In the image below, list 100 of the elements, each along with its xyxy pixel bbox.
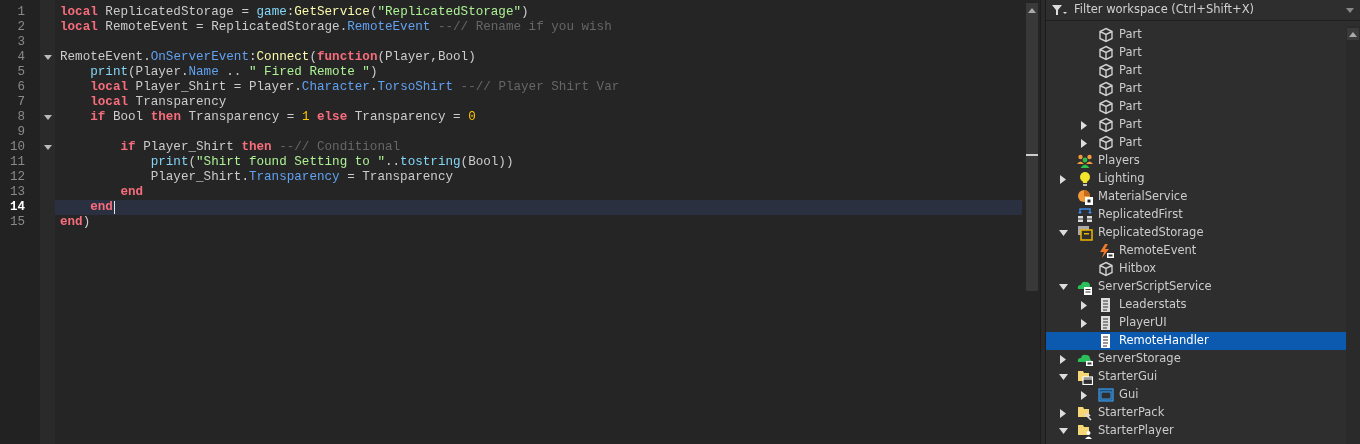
- tree-item[interactable]: Part: [1046, 116, 1346, 134]
- tree-item[interactable]: Part: [1046, 134, 1346, 152]
- code-line: end): [60, 215, 91, 230]
- item-label: PlayerUI: [1119, 314, 1167, 332]
- item-label: Players: [1098, 152, 1140, 170]
- hierarchy-icon: [1077, 207, 1093, 223]
- expand-arrow-icon[interactable]: [1058, 374, 1068, 380]
- item-label: Gui: [1119, 386, 1139, 404]
- scroll-up-arrow-icon[interactable]: [1349, 31, 1357, 37]
- item-label: Hitbox: [1119, 260, 1157, 278]
- line-number: 14: [9, 200, 26, 215]
- item-label: Part: [1119, 134, 1142, 152]
- code-line: end: [119, 185, 144, 200]
- line-number: 7: [16, 95, 26, 110]
- tree-item[interactable]: ServerScriptService: [1046, 278, 1346, 296]
- item-label: RemoteEvent: [1119, 242, 1197, 260]
- item-label: ReplicatedFirst: [1098, 206, 1183, 224]
- folder-icon: [1077, 369, 1093, 385]
- tree-item[interactable]: Part: [1046, 62, 1346, 80]
- tree-item[interactable]: Hitbox: [1046, 260, 1346, 278]
- line-number: 15: [9, 215, 26, 230]
- tree-item[interactable]: ReplicatedStorage: [1046, 224, 1346, 242]
- cube-icon: [1098, 99, 1114, 115]
- fold-arrow-icon[interactable]: [43, 55, 52, 60]
- lightbulb-icon: [1077, 171, 1093, 187]
- expand-arrow-icon[interactable]: [1081, 390, 1087, 400]
- tree-item[interactable]: Leaderstats: [1046, 296, 1346, 314]
- code-line: local Player_Shirt = Player.Character.TorsoShirt --// Player Shirt Var: [89, 80, 620, 95]
- expand-arrow-icon[interactable]: [1060, 174, 1066, 184]
- line-number: 8: [16, 110, 26, 125]
- line-number: 13: [9, 185, 26, 200]
- folder-icon: [1077, 423, 1093, 439]
- line-number: 6: [16, 80, 26, 95]
- tree-item[interactable]: MaterialService: [1046, 188, 1346, 206]
- tree-item[interactable]: StarterGui: [1046, 368, 1346, 386]
- dropdown-caret-icon[interactable]: [1346, 7, 1354, 13]
- item-label: Part: [1119, 62, 1142, 80]
- expand-arrow-icon[interactable]: [1081, 300, 1087, 310]
- scrollbar[interactable]: [1346, 26, 1360, 444]
- line-number: 1: [16, 5, 26, 20]
- expand-arrow-icon[interactable]: [1060, 354, 1066, 364]
- expand-arrow-icon[interactable]: [1081, 120, 1087, 130]
- code-line: Player_Shirt.Transparency = Transparency: [149, 170, 453, 185]
- line-number: 10: [9, 140, 26, 155]
- folder-icon: [1077, 405, 1093, 421]
- item-label: StarterPlayer: [1098, 422, 1174, 440]
- line-number: 3: [16, 35, 26, 50]
- scroll-up-arrow-icon[interactable]: [1028, 7, 1036, 13]
- filter-field[interactable]: Filter workspace (Ctrl+Shift+X): [1074, 1, 1340, 19]
- code-line: print("Shirt found Setting to "..tostring(Bool)): [149, 155, 514, 170]
- expand-arrow-icon[interactable]: [1081, 318, 1087, 328]
- storage-box-icon: [1077, 225, 1093, 241]
- item-label: StarterGui: [1098, 368, 1158, 386]
- tree-item[interactable]: Part: [1046, 44, 1346, 62]
- tree-item[interactable]: Lighting: [1046, 170, 1346, 188]
- tree-item[interactable]: Part: [1046, 26, 1346, 44]
- code-line: local ReplicatedStorage = game:GetService("ReplicatedStorage"): [60, 5, 529, 20]
- item-label: ServerStorage: [1098, 350, 1181, 368]
- cube-icon: [1098, 45, 1114, 61]
- cloud-icon: [1077, 279, 1093, 295]
- window-icon: [1098, 387, 1114, 403]
- item-label: ServerScriptService: [1098, 278, 1212, 296]
- line-number: 5: [16, 65, 26, 80]
- expand-arrow-icon[interactable]: [1081, 138, 1087, 148]
- item-label: ReplicatedStorage: [1098, 224, 1204, 242]
- tree-item[interactable]: RemoteHandler: [1046, 332, 1346, 350]
- tree-item[interactable]: StarterPlayer: [1046, 422, 1346, 440]
- code-line: local Transparency: [89, 95, 227, 110]
- tree-item[interactable]: ServerStorage: [1046, 350, 1346, 368]
- expand-arrow-icon[interactable]: [1058, 428, 1068, 434]
- cube-icon: [1098, 117, 1114, 133]
- tree-item[interactable]: RemoteEvent: [1046, 242, 1346, 260]
- item-label: Part: [1119, 44, 1142, 62]
- cube-icon: [1098, 261, 1114, 277]
- fold-arrow-icon[interactable]: [43, 145, 52, 150]
- expand-arrow-icon[interactable]: [1060, 408, 1066, 418]
- tree-item[interactable]: ReplicatedFirst: [1046, 206, 1346, 224]
- item-label: Part: [1119, 98, 1142, 116]
- tree-item[interactable]: StarterPack: [1046, 404, 1346, 422]
- tree-item[interactable]: Gui: [1046, 386, 1346, 404]
- cube-icon: [1098, 135, 1114, 151]
- tree-item[interactable]: Part: [1046, 98, 1346, 116]
- line-number: 4: [16, 50, 26, 65]
- item-label: StarterPack: [1098, 404, 1165, 422]
- item-label: Part: [1119, 116, 1142, 134]
- line-number: 11: [9, 155, 26, 170]
- expand-arrow-icon[interactable]: [1058, 284, 1068, 290]
- lightning-icon: [1098, 243, 1114, 259]
- people-icon: [1077, 153, 1093, 169]
- expand-arrow-icon[interactable]: [1058, 230, 1068, 236]
- code-line: if Player_Shirt then --// Conditional: [119, 140, 401, 155]
- item-label: Leaderstats: [1119, 296, 1187, 314]
- tree-item[interactable]: Part: [1046, 80, 1346, 98]
- filter-icon[interactable]: [1052, 5, 1068, 15]
- tree-item[interactable]: PlayerUI: [1046, 314, 1346, 332]
- code-line: end: [89, 200, 113, 215]
- line-number: 12: [9, 170, 26, 185]
- fold-arrow-icon[interactable]: [43, 115, 52, 120]
- tree-item[interactable]: Players: [1046, 152, 1346, 170]
- material-icon: [1077, 189, 1093, 205]
